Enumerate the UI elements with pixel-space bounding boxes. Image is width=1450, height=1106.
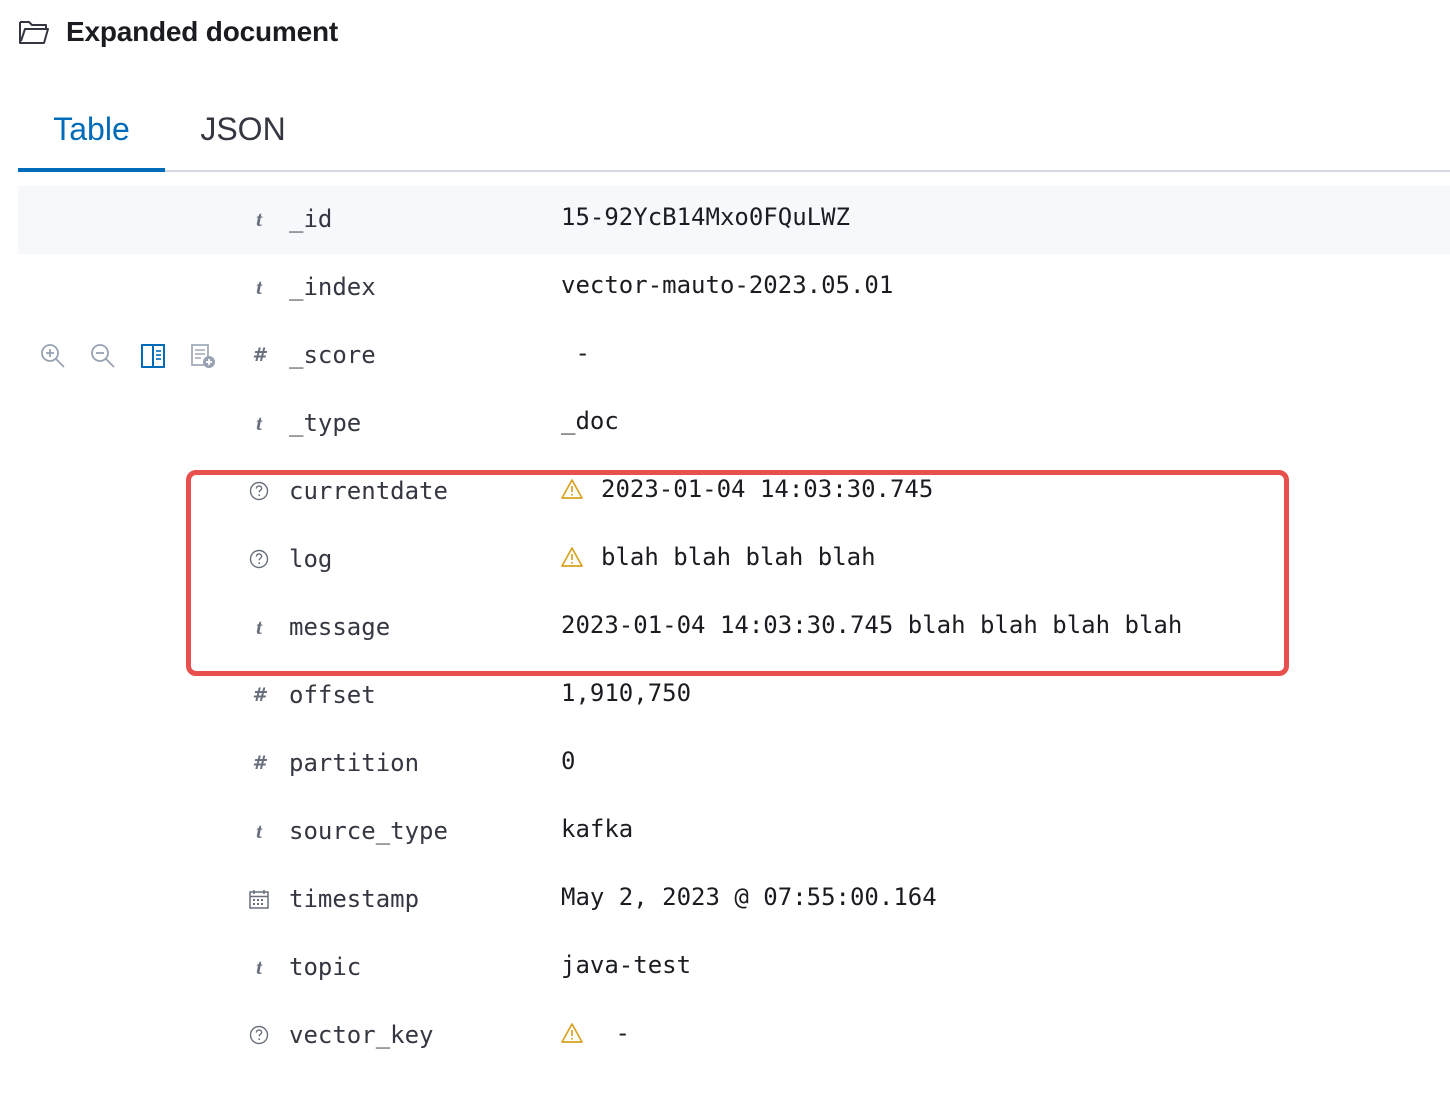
field-value-cell: vector-mauto-2023.05.01 (561, 271, 893, 299)
field-value-cell: 2023-01-04 14:03:30.745 blah blah blah b… (561, 611, 1182, 639)
number-type-icon: # (252, 752, 266, 774)
string-type-icon: t (256, 274, 262, 299)
warning-icon (561, 479, 583, 499)
field-value: blah blah blah blah (601, 543, 876, 571)
table-row: t _id 15-92YcB14Mxo0FQuLWZ (18, 186, 1450, 254)
unknown-type-icon (248, 480, 270, 502)
table-row: t _type _doc (18, 390, 1450, 458)
field-name: message (289, 613, 391, 641)
string-type-icon: t (256, 410, 262, 435)
unknown-type-icon (248, 548, 270, 570)
string-type-icon: t (256, 954, 262, 979)
field-value: 1,910,750 (561, 679, 692, 707)
field-value-cell: 1,910,750 (561, 679, 691, 707)
field-actions (40, 343, 216, 369)
field-name: log (289, 545, 333, 573)
warning-icon (561, 1023, 583, 1043)
field-value: - (561, 339, 590, 367)
field-value: _doc (561, 407, 619, 435)
table-row: t source_type kafka (18, 798, 1450, 866)
field-value-cell: May 2, 2023 @ 07:55:00.164 (561, 883, 937, 911)
flyout-title: Expanded document (66, 16, 338, 47)
tab-table[interactable]: Table (18, 88, 165, 172)
field-name: _id (289, 205, 333, 233)
table-row: # partition 0 (18, 730, 1450, 798)
folder-icon (19, 21, 49, 44)
field-value-cell: _doc (561, 407, 619, 435)
field-name: offset (289, 681, 376, 709)
table-row: t message 2023-01-04 14:03:30.745 blah bla… (18, 594, 1450, 662)
field-value: java-test (561, 951, 692, 979)
field-value: 15-92YcB14Mxo0FQuLWZ (561, 203, 850, 231)
calendar-icon (248, 888, 270, 910)
field-value: kafka (561, 815, 634, 843)
field-value-cell: 15-92YcB14Mxo0FQuLWZ (561, 203, 850, 231)
field-name: partition (289, 749, 420, 777)
field-value: vector-mauto-2023.05.01 (561, 271, 894, 299)
field-name: topic (289, 953, 362, 981)
field-value-cell: - (561, 339, 590, 367)
zoom-in-icon[interactable] (40, 343, 66, 369)
field-value: 0 (561, 747, 576, 775)
field-value: - (601, 1019, 630, 1047)
filter-for-field-present-icon[interactable] (190, 343, 216, 369)
number-type-icon: # (252, 344, 266, 366)
table-row: t _index vector-mauto-2023.05.01 (18, 254, 1450, 322)
field-name: source_type (289, 817, 448, 845)
field-value: May 2, 2023 @ 07:55:00.164 (561, 883, 937, 911)
string-type-icon: t (256, 206, 262, 231)
table-row: # offset 1,910,750 (18, 662, 1450, 730)
table-row: vector_key - (18, 1002, 1450, 1070)
field-name: vector_key (289, 1021, 434, 1049)
field-name: currentdate (289, 477, 448, 505)
field-value: 2023-01-04 14:03:30.745 blah blah blah b… (561, 611, 1183, 639)
zoom-out-icon[interactable] (90, 343, 116, 369)
field-name: _type (289, 409, 362, 437)
field-value-cell: blah blah blah blah (561, 543, 876, 571)
field-name: _score (289, 341, 376, 369)
field-name: timestamp (289, 885, 420, 913)
field-name: _index (289, 273, 376, 301)
table-row: log blah blah blah blah (18, 526, 1450, 594)
field-value-cell: 0 (561, 747, 575, 775)
number-type-icon: # (252, 684, 266, 706)
warning-icon (561, 547, 583, 567)
field-value-cell: 2023-01-04 14:03:30.745 (561, 475, 933, 503)
string-type-icon: t (256, 818, 262, 843)
field-value-cell: java-test (561, 951, 691, 979)
field-value-cell: kafka (561, 815, 633, 843)
unknown-type-icon (248, 1024, 270, 1046)
field-value-cell: - (561, 1019, 630, 1047)
table-row: currentdate 2023-01-04 14:03:30.745 (18, 458, 1450, 526)
table-row: t topic java-test (18, 934, 1450, 1002)
flyout-header: Expanded document (18, 12, 338, 52)
doc-view-tabs: Table JSON (18, 88, 1450, 172)
string-type-icon: t (256, 614, 262, 639)
toggle-column-icon[interactable] (140, 343, 166, 369)
table-row: timestamp May 2, 2023 @ 07:55:00.164 (18, 866, 1450, 934)
tab-json[interactable]: JSON (184, 88, 302, 170)
field-value: 2023-01-04 14:03:30.745 (601, 475, 934, 503)
table-row: # _score - (18, 322, 1450, 390)
